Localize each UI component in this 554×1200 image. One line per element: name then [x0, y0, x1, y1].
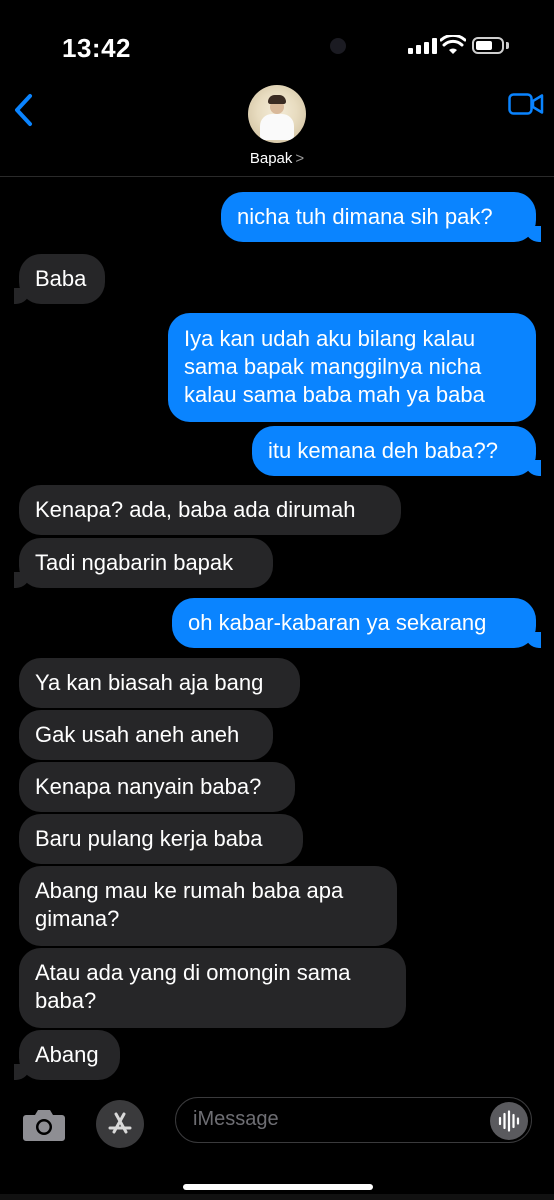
message-bubble-incoming[interactable]: Baru pulang kerja baba — [19, 814, 303, 864]
message-bubble-outgoing[interactable]: itu kemana deh baba?? — [252, 426, 541, 476]
contact-name-button[interactable]: Bapak > — [0, 150, 554, 167]
message-bubble-incoming[interactable]: Kenapa nanyain baba? — [19, 762, 295, 812]
audio-waveform-icon[interactable] — [490, 1102, 528, 1140]
message-bubble-outgoing[interactable]: oh kabar-kabaran ya sekarang — [172, 598, 541, 648]
message-text: sama bapak manggilnya nicha — [184, 354, 482, 379]
conversation-header: Bapak > — [0, 80, 554, 177]
message-text: Abang — [35, 1042, 99, 1067]
message-text: baba? — [35, 988, 97, 1013]
message-bubble-incoming[interactable]: Ya kan biasah aja bang — [19, 658, 300, 708]
message-text: Atau ada yang di omongin sama — [35, 960, 351, 985]
bottom-strip — [0, 1194, 554, 1200]
message-text: Iya kan udah aku bilang kalau — [184, 326, 476, 351]
message-bubble-incoming[interactable]: Tadi ngabarin bapak — [14, 538, 273, 588]
message-text: Kenapa? ada, baba ada dirumah — [35, 497, 356, 522]
back-chevron-icon[interactable] — [10, 90, 38, 130]
message-text: Abang mau ke rumah baba apa — [35, 878, 344, 903]
message-text: Ya kan biasah aja bang — [35, 670, 264, 695]
imessage-input[interactable]: iMessage — [175, 1097, 532, 1143]
imessage-placeholder: iMessage — [193, 1108, 279, 1130]
message-composer: iMessage — [0, 1088, 554, 1168]
message-bubble-outgoing[interactable]: nicha tuh dimana sih pak? — [221, 192, 541, 242]
message-text: Baba — [35, 266, 87, 291]
message-text: Tadi ngabarin bapak — [35, 550, 234, 575]
message-bubble-incoming[interactable]: Gak usah aneh aneh — [19, 710, 273, 760]
message-bubble-incoming[interactable]: Atau ada yang di omongin sama baba? — [19, 948, 406, 1028]
message-bubble-incoming[interactable]: Baba — [14, 254, 105, 304]
message-text: Baru pulang kerja baba — [35, 826, 263, 851]
battery-nub — [506, 42, 509, 49]
battery-icon — [472, 37, 504, 54]
contact-name: Bapak — [249, 150, 293, 167]
status-bar: 13:42 — [0, 0, 554, 90]
message-bubble-outgoing[interactable]: Iya kan udah aku bilang kalau sama bapak… — [168, 313, 536, 422]
message-bubble-incoming[interactable]: Abang mau ke rumah baba apa gimana? — [19, 866, 397, 946]
message-text: Gak usah aneh aneh — [35, 722, 240, 747]
wifi-icon — [440, 35, 466, 54]
message-bubble-incoming[interactable]: Kenapa? ada, baba ada dirumah — [19, 485, 401, 535]
message-text: gimana? — [35, 906, 120, 931]
contact-avatar[interactable] — [248, 85, 306, 143]
status-time: 13:42 — [62, 33, 131, 63]
app-store-icon[interactable] — [96, 1100, 144, 1148]
message-text: Kenapa nanyain baba? — [35, 774, 262, 799]
message-text: kalau sama baba mah ya baba — [184, 382, 485, 407]
chevron-right-icon: > — [295, 150, 305, 167]
video-call-icon[interactable] — [508, 92, 544, 116]
message-text: oh kabar-kabaran ya sekarang — [188, 610, 487, 635]
cellular-signal-icon — [408, 38, 437, 54]
message-text: itu kemana deh baba?? — [268, 438, 498, 463]
camera-sensor-dot — [330, 38, 346, 54]
message-bubble-incoming[interactable]: Abang — [14, 1030, 120, 1080]
camera-icon[interactable] — [22, 1106, 66, 1142]
message-text: nicha tuh dimana sih pak? — [237, 204, 493, 229]
home-indicator[interactable] — [183, 1184, 373, 1190]
